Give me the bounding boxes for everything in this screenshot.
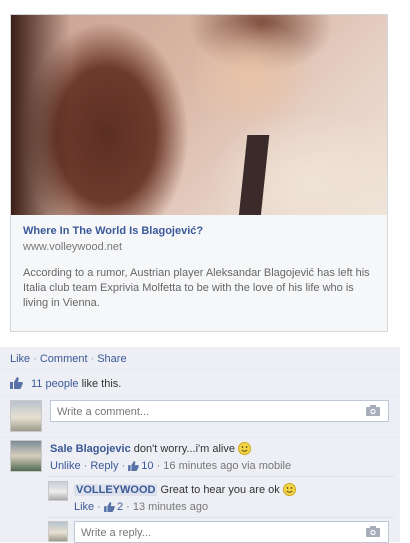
divider bbox=[0, 395, 400, 396]
comment-meta: Unlike · Reply · 10 · 16 minutes ago via… bbox=[50, 460, 292, 472]
link-description: According to a rumor, Austrian player Al… bbox=[23, 267, 370, 309]
reply-like-link[interactable]: Like bbox=[74, 501, 94, 513]
likers-link[interactable]: 11 people bbox=[31, 378, 79, 390]
link-title[interactable]: Where In The World Is Blagojević? bbox=[23, 225, 203, 237]
previous-post-fragment bbox=[0, 0, 410, 14]
comment-author[interactable]: Sale Blagojevic bbox=[50, 443, 131, 455]
reply-comment: VOLLEYWOOD Great to hear you are ok bbox=[74, 483, 296, 496]
reply-like-count[interactable]: 2 bbox=[117, 501, 123, 513]
smile-icon bbox=[237, 442, 251, 455]
divider bbox=[0, 437, 400, 438]
avatar[interactable] bbox=[10, 400, 42, 432]
preview-photo[interactable] bbox=[11, 15, 387, 215]
thumbs-up-icon bbox=[104, 502, 115, 512]
divider bbox=[48, 517, 394, 518]
like-link[interactable]: Like bbox=[10, 353, 30, 365]
comment-link[interactable]: Comment bbox=[40, 353, 88, 365]
reply-link[interactable]: Reply bbox=[90, 460, 118, 472]
comment-input[interactable]: Write a comment... bbox=[50, 400, 389, 422]
reply-input[interactable]: Write a reply... bbox=[74, 521, 389, 543]
smile-icon bbox=[282, 483, 296, 496]
comment-text: don't worry...i'm alive bbox=[133, 443, 235, 455]
link-domain: www.volleywood.net bbox=[23, 241, 123, 253]
avatar[interactable] bbox=[48, 521, 68, 542]
avatar[interactable] bbox=[10, 440, 42, 472]
camera-icon[interactable] bbox=[366, 526, 380, 537]
reply-author[interactable]: VOLLEYWOOD bbox=[74, 484, 158, 496]
avatar[interactable] bbox=[48, 481, 68, 501]
likes-summary: 11 people like this. bbox=[10, 377, 121, 390]
link-preview-card[interactable]: Where In The World Is Blagojević? www.vo… bbox=[10, 14, 388, 332]
comment: Sale Blagojevic don't worry...i'm alive bbox=[50, 442, 251, 455]
camera-icon[interactable] bbox=[366, 405, 380, 416]
comment-like-count[interactable]: 10 bbox=[141, 460, 153, 472]
thumbs-up-icon bbox=[128, 461, 140, 471]
reply-text: Great to hear you are ok bbox=[160, 484, 280, 496]
comment-time[interactable]: 16 minutes ago via mobile bbox=[163, 460, 291, 472]
divider bbox=[48, 476, 394, 477]
thumbs-up-icon bbox=[10, 377, 23, 389]
unlike-link[interactable]: Unlike bbox=[50, 460, 81, 472]
divider bbox=[0, 369, 400, 370]
reply-meta: Like · 2 · 13 minutes ago bbox=[74, 501, 209, 513]
reply-time[interactable]: 13 minutes ago bbox=[133, 501, 208, 513]
post-actions: Like · Comment · Share bbox=[10, 353, 127, 365]
share-link[interactable]: Share bbox=[97, 353, 126, 365]
likes-suffix: like this. bbox=[81, 378, 122, 390]
